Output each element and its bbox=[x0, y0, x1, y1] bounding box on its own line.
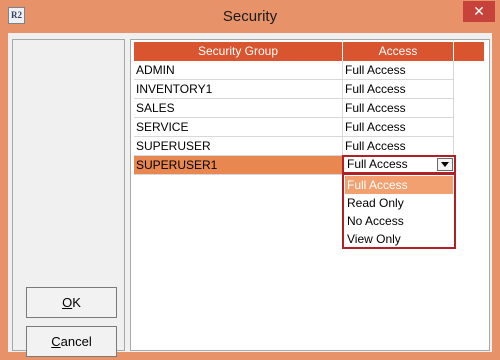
table-row[interactable]: SERVICE Full Access bbox=[134, 118, 454, 137]
access-dropdown-list: Full Access Read Only No Access View Onl… bbox=[342, 173, 456, 249]
access-cell[interactable]: Full Access bbox=[343, 80, 454, 99]
security-group-cell[interactable]: INVENTORY1 bbox=[134, 80, 343, 99]
security-group-cell[interactable]: SERVICE bbox=[134, 118, 343, 137]
column-header-access[interactable]: Access bbox=[343, 42, 454, 61]
dropdown-option-view-only[interactable]: View Only bbox=[345, 230, 453, 248]
close-button[interactable]: ✕ bbox=[463, 1, 495, 22]
button-panel: OK Cancel bbox=[12, 39, 125, 357]
dropdown-option-full-access[interactable]: Full Access bbox=[345, 176, 453, 194]
cancel-button[interactable]: Cancel bbox=[26, 326, 117, 357]
table-row[interactable]: ADMIN Full Access bbox=[134, 61, 454, 80]
grid-header: Security Group Access bbox=[134, 42, 484, 61]
dropdown-option-read-only[interactable]: Read Only bbox=[345, 194, 453, 212]
title-bar[interactable]: R2 Security ✕ bbox=[0, 0, 500, 33]
access-cell[interactable]: Full Access bbox=[343, 99, 454, 118]
security-window: R2 Security ✕ OK Cancel Security Group A… bbox=[0, 0, 500, 360]
ok-button[interactable]: OK bbox=[26, 287, 117, 318]
security-group-cell[interactable]: ADMIN bbox=[134, 61, 343, 80]
access-cell[interactable]: Full Access bbox=[343, 61, 454, 80]
close-icon: ✕ bbox=[473, 3, 485, 19]
access-cell[interactable]: Full Access bbox=[343, 118, 454, 137]
ok-label: K bbox=[72, 295, 81, 310]
security-grid: Security Group Access ADMIN Full Access … bbox=[130, 39, 490, 351]
security-group-cell[interactable]: SUPERUSER bbox=[134, 137, 343, 156]
security-group-cell[interactable]: SUPERUSER1 bbox=[134, 156, 343, 175]
table-row[interactable]: SALES Full Access bbox=[134, 99, 454, 118]
chevron-down-icon[interactable] bbox=[437, 158, 453, 171]
security-group-cell[interactable]: SALES bbox=[134, 99, 343, 118]
cancel-label: ancel bbox=[60, 334, 92, 349]
access-combobox-value: Full Access bbox=[347, 157, 408, 171]
dialog-body: OK Cancel Security Group Access ADMIN Fu… bbox=[8, 33, 492, 357]
window-title: Security bbox=[222, 8, 278, 25]
access-combobox[interactable]: Full Access bbox=[342, 155, 456, 174]
column-header-security-group[interactable]: Security Group bbox=[134, 42, 343, 61]
ok-mnemonic: O bbox=[62, 295, 73, 310]
dropdown-option-no-access[interactable]: No Access bbox=[345, 212, 453, 230]
cancel-mnemonic: C bbox=[51, 334, 61, 349]
table-row[interactable]: INVENTORY1 Full Access bbox=[134, 80, 454, 99]
table-row[interactable]: SUPERUSER Full Access bbox=[134, 137, 454, 156]
access-cell[interactable]: Full Access bbox=[343, 137, 454, 156]
